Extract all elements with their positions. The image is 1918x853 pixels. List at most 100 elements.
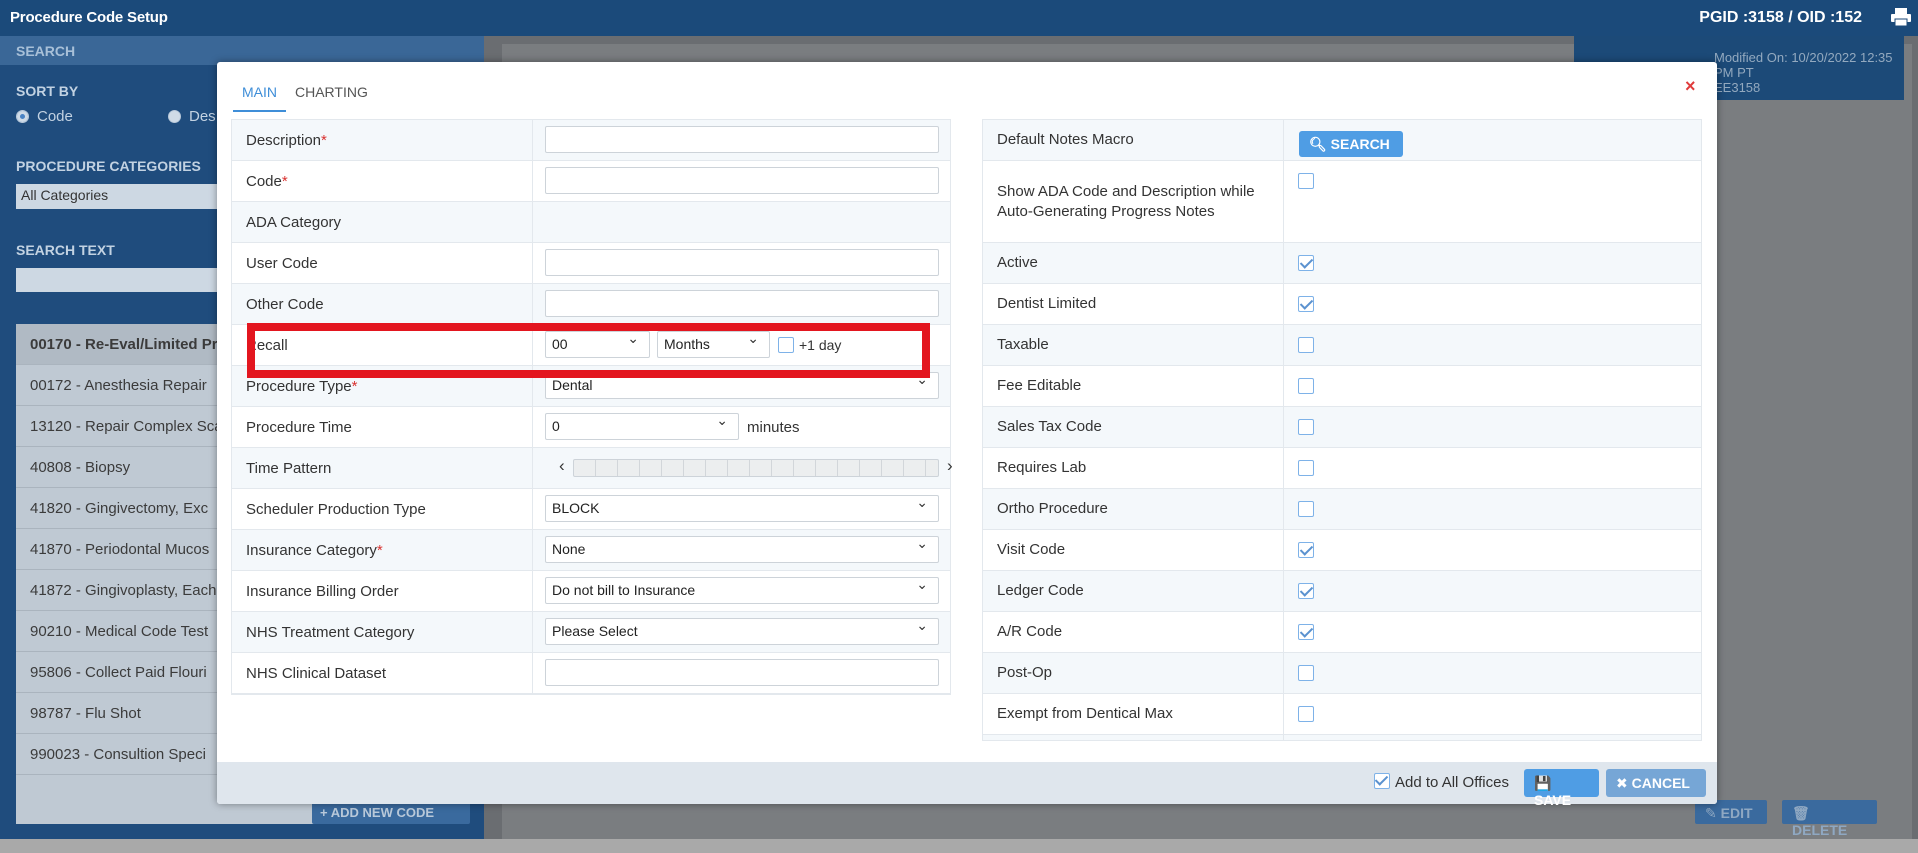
flag-checkbox[interactable] [1298,378,1314,394]
flag-checkbox[interactable] [1298,255,1314,271]
procedure-categories-select[interactable]: All Categories [16,184,236,209]
flag-checkbox[interactable] [1298,337,1314,353]
flag-row: Ledger Code [983,571,1701,612]
save-button[interactable]: 💾 SAVE [1524,769,1599,808]
modified-by-text: EE3158 [1714,80,1761,95]
row-recall: Recall 00Months +1 day [232,325,950,366]
search-text-input[interactable] [16,268,236,292]
notes-macro-search-button[interactable]: 🔍︎ SEARCH [1299,131,1403,157]
flag-checkbox[interactable] [1298,706,1314,722]
insurance-category-select[interactable]: None [545,535,939,563]
row-description: Description * [232,120,950,161]
recall-number-select[interactable]: 00 [545,330,650,358]
scheduler-production-type-select[interactable]: BLOCK [545,494,939,522]
pgid-oid-label: PGID :3158 / OID :152 [1699,9,1862,26]
close-icon[interactable]: × [1685,76,1696,97]
description-label: Description * [232,120,533,160]
required-marker: * [321,131,327,149]
sort-code-radio[interactable]: Code [16,108,73,125]
add-to-all-offices-checkbox[interactable] [1374,773,1390,789]
procedure-type-label: Procedure Type * [232,366,533,406]
required-marker: * [281,172,288,190]
flag-label: Post-Op [983,653,1284,693]
minutes-label: minutes [747,419,800,436]
procedure-code-modal: MAIN CHARTING × Description * Code * ADA Cat… [217,62,1717,808]
chevron-right-icon[interactable]: › [947,456,953,476]
flag-row: Dentist Limited [983,284,1701,325]
flag-row: Default Notes Macro 🔍︎ SEARCH [983,120,1701,161]
flag-checkbox[interactable] [1298,296,1314,312]
flag-label: A/R Code [983,612,1284,652]
sidebar-search-header: SEARCH [0,36,484,65]
cancel-button[interactable]: ✖ CANCEL [1606,769,1706,797]
flag-row: A/R Code [983,612,1701,653]
other-code-input[interactable] [545,290,939,317]
procedure-categories-label: PROCEDURE CATEGORIES [16,158,201,174]
modified-on-text: Modified On: 10/20/2022 12:35 PM PT [1714,50,1893,80]
nhs-clinical-dataset-input[interactable] [545,659,939,686]
tab-main[interactable]: MAIN [233,82,286,112]
flag-row-empty [983,735,1701,740]
flag-row: Show ADA Code and Description while Auto… [983,161,1701,243]
user-code-input[interactable] [545,249,939,276]
flag-checkbox[interactable] [1298,173,1314,189]
flag-row: Requires Lab [983,448,1701,489]
chevron-left-icon[interactable]: ‹ [559,456,565,476]
insurance-category-label: Insurance Category * [232,530,533,570]
flag-row: Exempt from Dentical Max [983,694,1701,735]
add-to-all-offices[interactable]: Add to All Offices [1374,773,1509,791]
time-pattern-label: Time Pattern [232,448,533,488]
flag-label: Default Notes Macro [983,120,1284,160]
flag-checkbox[interactable] [1298,624,1314,640]
row-insurance-category: Insurance Category * None [232,530,950,571]
row-nhs-clinical-dataset: NHS Clinical Dataset [232,653,950,694]
flag-checkbox[interactable] [1298,542,1314,558]
modal-tabs: MAIN CHARTING [233,82,377,112]
row-other-code: Other Code [232,284,950,325]
nhs-treatment-category-select[interactable]: Please Select [545,617,939,645]
flag-label: Show ADA Code and Description while Auto… [983,161,1284,242]
row-time-pattern: Time Pattern ‹ › [232,448,953,489]
flag-label: Dentist Limited [983,284,1284,324]
row-scheduler-production-type: Scheduler Production Type BLOCK [232,489,950,530]
main-fields-table: Description * Code * ADA Category User Code Ot… [231,119,953,695]
row-code: Code * [232,161,950,202]
insurance-billing-order-select[interactable]: Do not bill to Insurance [545,576,939,604]
plus-one-day-label: +1 day [799,337,842,353]
flag-label: Fee Editable [983,366,1284,406]
ada-category-label: ADA Category [232,202,533,242]
procedure-time-label: Procedure Time [232,407,533,447]
flag-checkbox[interactable] [1298,583,1314,599]
sort-by-label: SORT BY [16,83,79,99]
procedure-type-select[interactable]: Dental [545,371,939,399]
flag-row: Visit Code [983,530,1701,571]
flag-label: Exempt from Dentical Max [983,694,1284,734]
radio-selected-icon [16,110,29,123]
row-procedure-type: Procedure Type * Dental [232,366,950,407]
recall-unit-select[interactable]: Months [657,330,770,358]
flag-label: Sales Tax Code [983,407,1284,447]
description-input[interactable] [545,126,939,153]
app-title: Procedure Code Setup [10,9,168,26]
flag-checkbox[interactable] [1298,501,1314,517]
time-pattern-bar[interactable]: ‹ › [559,456,953,479]
required-marker: * [376,541,383,559]
code-input[interactable] [545,167,939,194]
plus-one-day-checkbox[interactable] [778,337,794,353]
scheduler-production-type-label: Scheduler Production Type [232,489,533,529]
flag-row: Post-Op [983,653,1701,694]
sort-description-radio[interactable]: Des [168,108,216,125]
flag-checkbox[interactable] [1298,419,1314,435]
time-pattern-slots[interactable] [573,459,939,477]
flag-checkbox[interactable] [1298,665,1314,681]
search-text-label: SEARCH TEXT [16,242,115,258]
procedure-time-select[interactable]: 0 [545,412,739,440]
printer-icon[interactable] [1890,7,1912,27]
flag-checkbox[interactable] [1298,460,1314,476]
modal-footer: Add to All Offices 💾 SAVE ✖ CANCEL [217,762,1717,808]
tab-charting[interactable]: CHARTING [286,82,377,112]
radio-icon [168,110,181,123]
row-ada-category: ADA Category [232,202,950,243]
nhs-clinical-dataset-label: NHS Clinical Dataset [232,653,533,693]
delete-button[interactable]: 🗑 DELETE [1782,800,1877,838]
